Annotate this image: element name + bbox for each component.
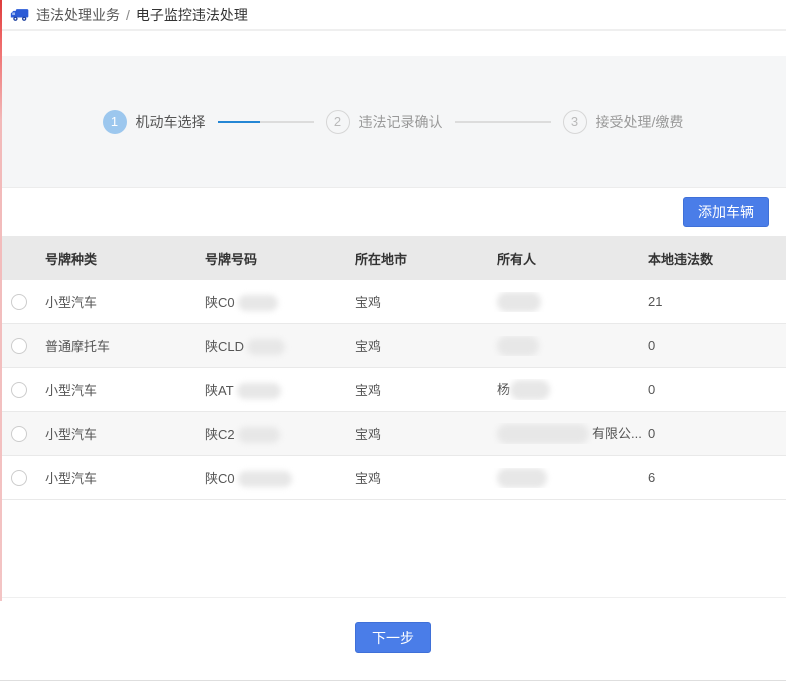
row-5-plate-type: 小型汽车 <box>38 468 198 487</box>
violation-processing-page: 违法处理业务 / 电子监控违法处理 1 机动车选择 2 违法记录确认 3 接受处… <box>0 0 786 681</box>
vehicle-table: 号牌种类 号牌号码 所在地市 所有人 本地违法数 小型汽车 陕C0 宝鸡 21 … <box>0 236 786 500</box>
row-3-city: 宝鸡 <box>348 380 490 399</box>
step-2-record-confirm: 2 违法记录确认 <box>326 110 443 134</box>
row-5-radio[interactable] <box>11 470 27 486</box>
row-3-owner: 杨 <box>490 379 641 401</box>
header-plate-type: 号牌种类 <box>38 249 198 268</box>
row-2-radio[interactable] <box>11 338 27 354</box>
row-2-city: 宝鸡 <box>348 336 490 355</box>
breadcrumb-separator: / <box>126 7 130 23</box>
row-2-owner <box>490 336 641 356</box>
row-4-plate-no: 陕C2 <box>198 424 348 444</box>
add-vehicle-button[interactable]: 添加车辆 <box>683 197 769 227</box>
row-3-radio[interactable] <box>11 382 27 398</box>
header-owner: 所有人 <box>490 249 641 268</box>
breadcrumb: 违法处理业务 / 电子监控违法处理 <box>0 0 786 31</box>
step-1-vehicle-select: 1 机动车选择 <box>103 110 206 134</box>
left-accent-stripe <box>0 0 2 601</box>
step-2-number: 2 <box>326 110 350 134</box>
owner-redaction <box>510 380 550 400</box>
row-4-plate-type: 小型汽车 <box>38 424 198 443</box>
table-row[interactable]: 小型汽车 陕C0 宝鸡 21 <box>0 280 786 324</box>
plate-redaction <box>238 295 278 311</box>
header-city: 所在地市 <box>348 249 490 268</box>
step-connector-1 <box>218 121 314 123</box>
step-2-label: 违法记录确认 <box>359 112 443 132</box>
row-4-city: 宝鸡 <box>348 424 490 443</box>
step-wizard: 1 机动车选择 2 违法记录确认 3 接受处理/缴费 <box>0 56 786 188</box>
step-3-label: 接受处理/缴费 <box>596 112 684 132</box>
table-toolbar: 添加车辆 <box>0 188 786 236</box>
table-row[interactable]: 普通摩托车 陕CLD 宝鸡 0 <box>0 324 786 368</box>
step-3-accept-pay: 3 接受处理/缴费 <box>563 110 684 134</box>
next-step-button[interactable]: 下一步 <box>355 622 431 653</box>
table-header-row: 号牌种类 号牌号码 所在地市 所有人 本地违法数 <box>0 236 786 280</box>
row-3-plate-no: 陕AT <box>198 380 348 400</box>
table-row[interactable]: 小型汽车 陕C2 宝鸡 有限公... 0 <box>0 412 786 456</box>
owner-redaction <box>497 292 541 312</box>
row-5-owner <box>490 468 641 488</box>
truck-icon <box>10 7 30 23</box>
plate-redaction <box>238 427 280 443</box>
spacer <box>0 31 786 56</box>
row-5-plate-no: 陕C0 <box>198 468 348 488</box>
row-2-plate-no: 陕CLD <box>198 336 348 356</box>
footer: 下一步 <box>0 622 786 681</box>
row-4-owner: 有限公... <box>490 423 641 445</box>
plate-redaction <box>247 339 285 355</box>
step-connector-2 <box>455 121 551 123</box>
step-1-label: 机动车选择 <box>136 112 206 132</box>
row-3-plate-type: 小型汽车 <box>38 380 198 399</box>
row-5-city: 宝鸡 <box>348 468 490 487</box>
breadcrumb-current: 电子监控违法处理 <box>136 5 248 25</box>
row-2-violations: 0 <box>641 338 786 353</box>
row-4-violations: 0 <box>641 426 786 441</box>
header-violations: 本地违法数 <box>641 249 786 268</box>
step-1-number: 1 <box>103 110 127 134</box>
row-1-city: 宝鸡 <box>348 292 490 311</box>
header-plate-no: 号牌号码 <box>198 249 348 268</box>
row-1-radio[interactable] <box>11 294 27 310</box>
row-1-violations: 21 <box>641 294 786 309</box>
owner-redaction <box>497 424 589 444</box>
row-5-violations: 6 <box>641 470 786 485</box>
table-row[interactable]: 小型汽车 陕C0 宝鸡 6 <box>0 456 786 500</box>
table-row[interactable]: 小型汽车 陕AT 宝鸡 杨 0 <box>0 368 786 412</box>
owner-redaction <box>497 336 539 356</box>
row-1-plate-type: 小型汽车 <box>38 292 198 311</box>
plate-redaction <box>237 383 281 399</box>
row-4-radio[interactable] <box>11 426 27 442</box>
owner-redaction <box>497 468 547 488</box>
row-1-owner <box>490 292 641 312</box>
table-empty-area <box>0 500 786 598</box>
breadcrumb-section[interactable]: 违法处理业务 <box>36 5 120 25</box>
plate-redaction <box>238 471 292 487</box>
row-2-plate-type: 普通摩托车 <box>38 336 198 355</box>
step-3-number: 3 <box>563 110 587 134</box>
row-3-violations: 0 <box>641 382 786 397</box>
row-1-plate-no: 陕C0 <box>198 292 348 312</box>
